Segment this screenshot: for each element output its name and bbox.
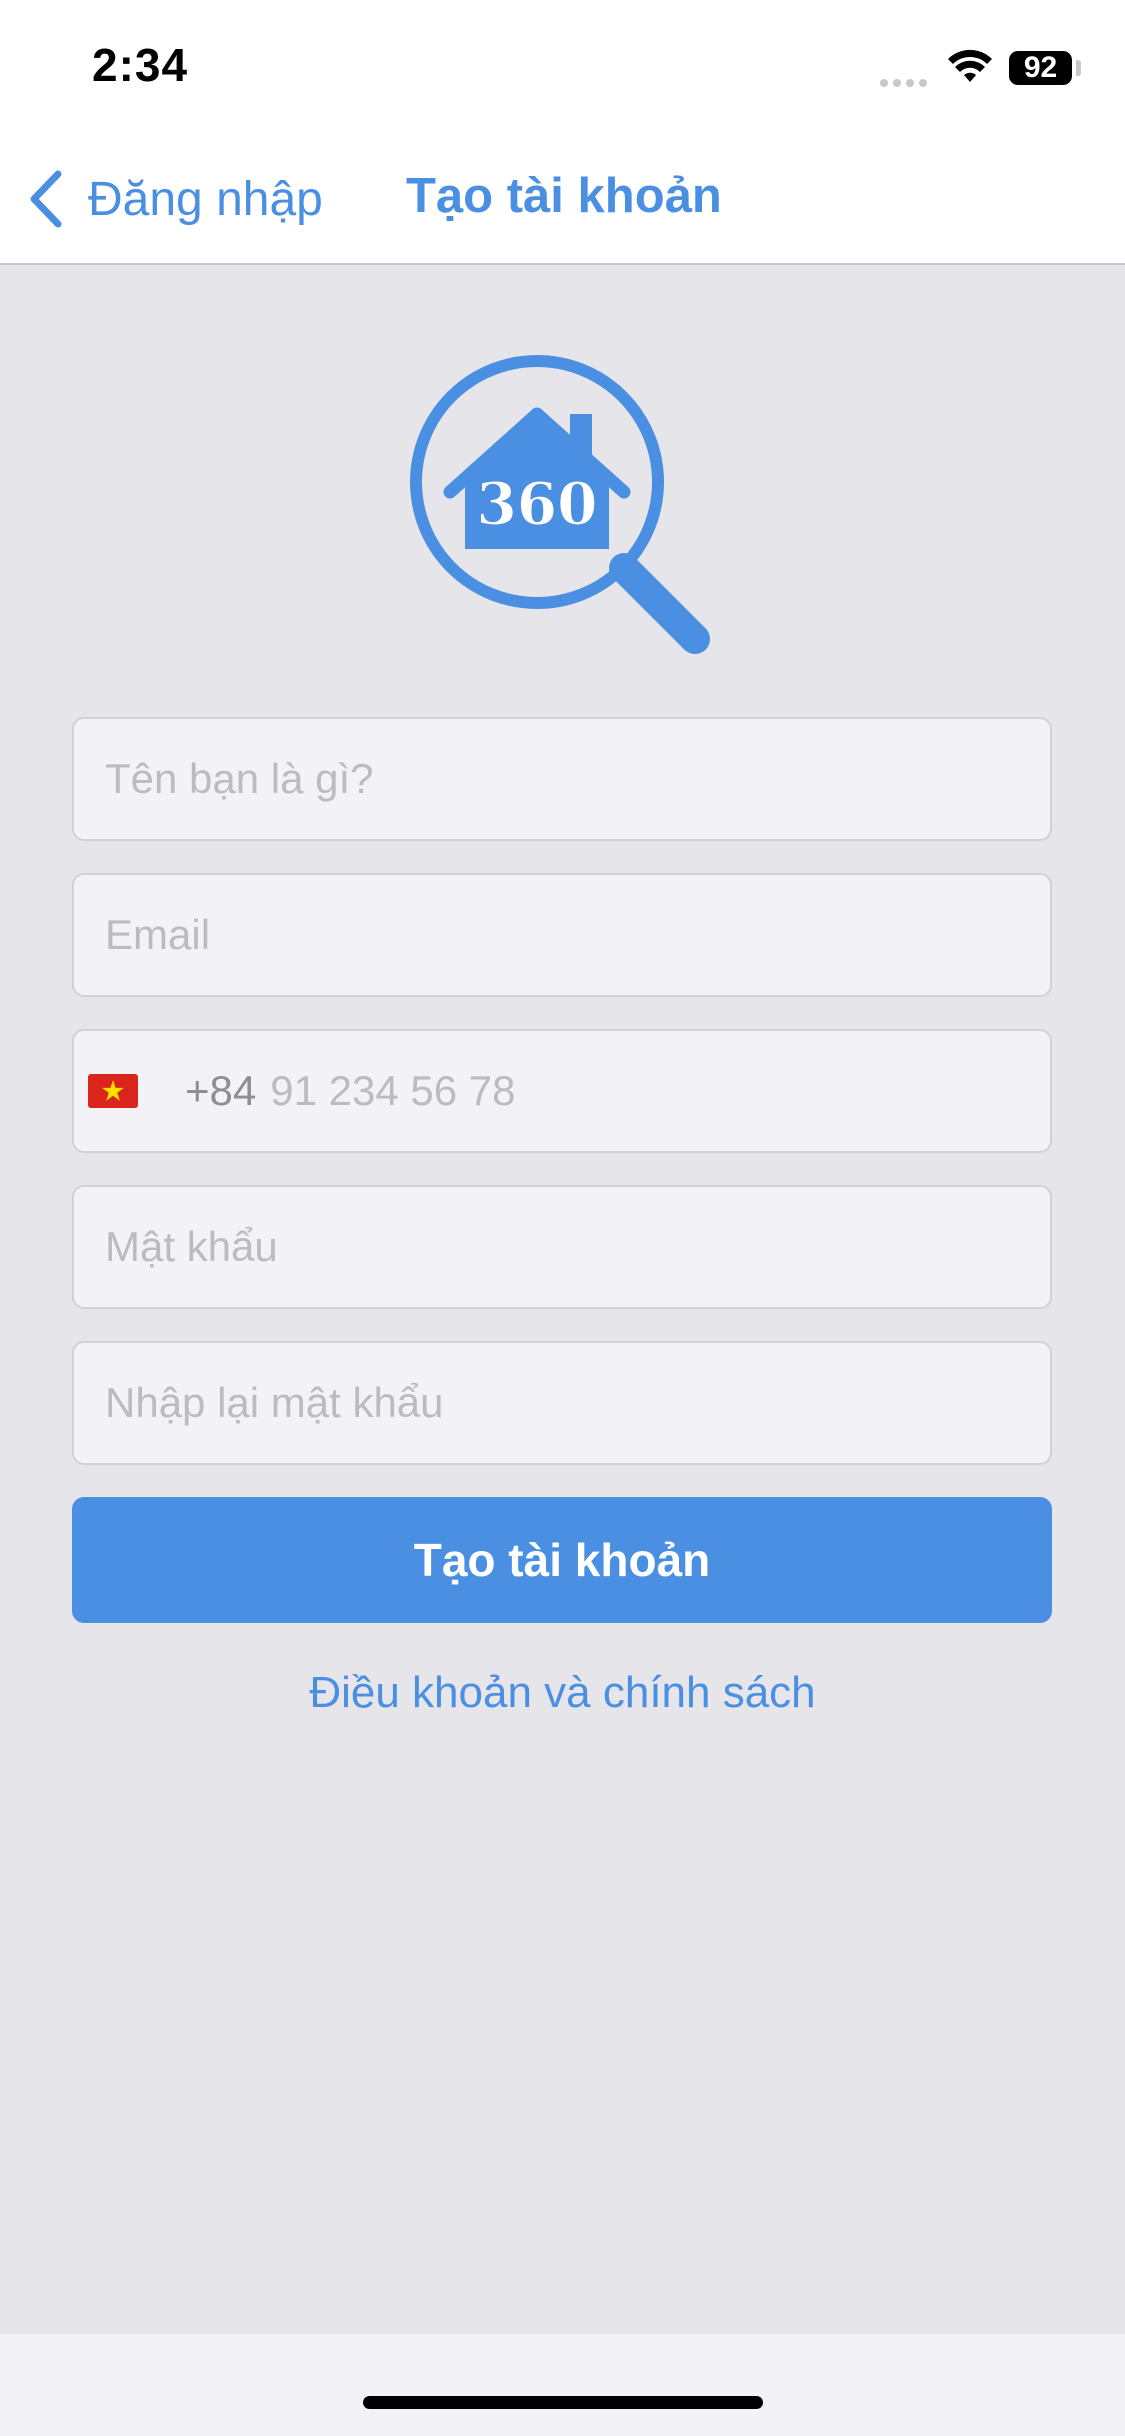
app-logo: 360 <box>410 355 710 654</box>
back-button-label: Đăng nhập <box>88 172 323 226</box>
phone-input[interactable]: +84 91 234 56 78 <box>72 1029 1052 1153</box>
wifi-icon <box>948 49 992 82</box>
email-input[interactable]: Email <box>72 873 1052 997</box>
terms-link[interactable]: Điều khoản và chính sách <box>0 1668 1125 1718</box>
email-input-placeholder: Email <box>105 911 211 958</box>
name-input[interactable]: Tên bạn là gì? <box>72 717 1052 841</box>
create-account-button[interactable]: Tạo tài khoản <box>72 1497 1052 1623</box>
confirm-password-input[interactable]: Nhập lại mật khẩu <box>72 1341 1052 1465</box>
vietnam-flag-icon[interactable] <box>88 1074 138 1108</box>
back-button[interactable]: Đăng nhập <box>24 164 323 234</box>
chevron-left-icon <box>30 170 62 228</box>
password-input[interactable]: Mật khẩu <box>72 1185 1052 1309</box>
country-code: +84 <box>185 1067 257 1114</box>
cellular-signal-icon <box>880 74 932 92</box>
page-title: Tạo tài khoản <box>406 169 722 223</box>
password-input-placeholder: Mật khẩu <box>105 1223 278 1270</box>
phone-input-placeholder: 91 234 56 78 <box>270 1067 516 1114</box>
logo-text: 360 <box>476 470 597 538</box>
battery-icon: 92 <box>1009 51 1072 85</box>
home-indicator[interactable] <box>363 2396 763 2409</box>
navigation-header: 2:34 92 Đăng nhập Tạo tài khoản <box>0 0 1125 265</box>
battery-tip <box>1076 60 1081 76</box>
status-time: 2:34 <box>92 39 189 91</box>
bottom-safe-area <box>0 2334 1125 2436</box>
name-input-placeholder: Tên bạn là gì? <box>105 755 374 802</box>
confirm-password-input-placeholder: Nhập lại mật khẩu <box>105 1379 444 1426</box>
